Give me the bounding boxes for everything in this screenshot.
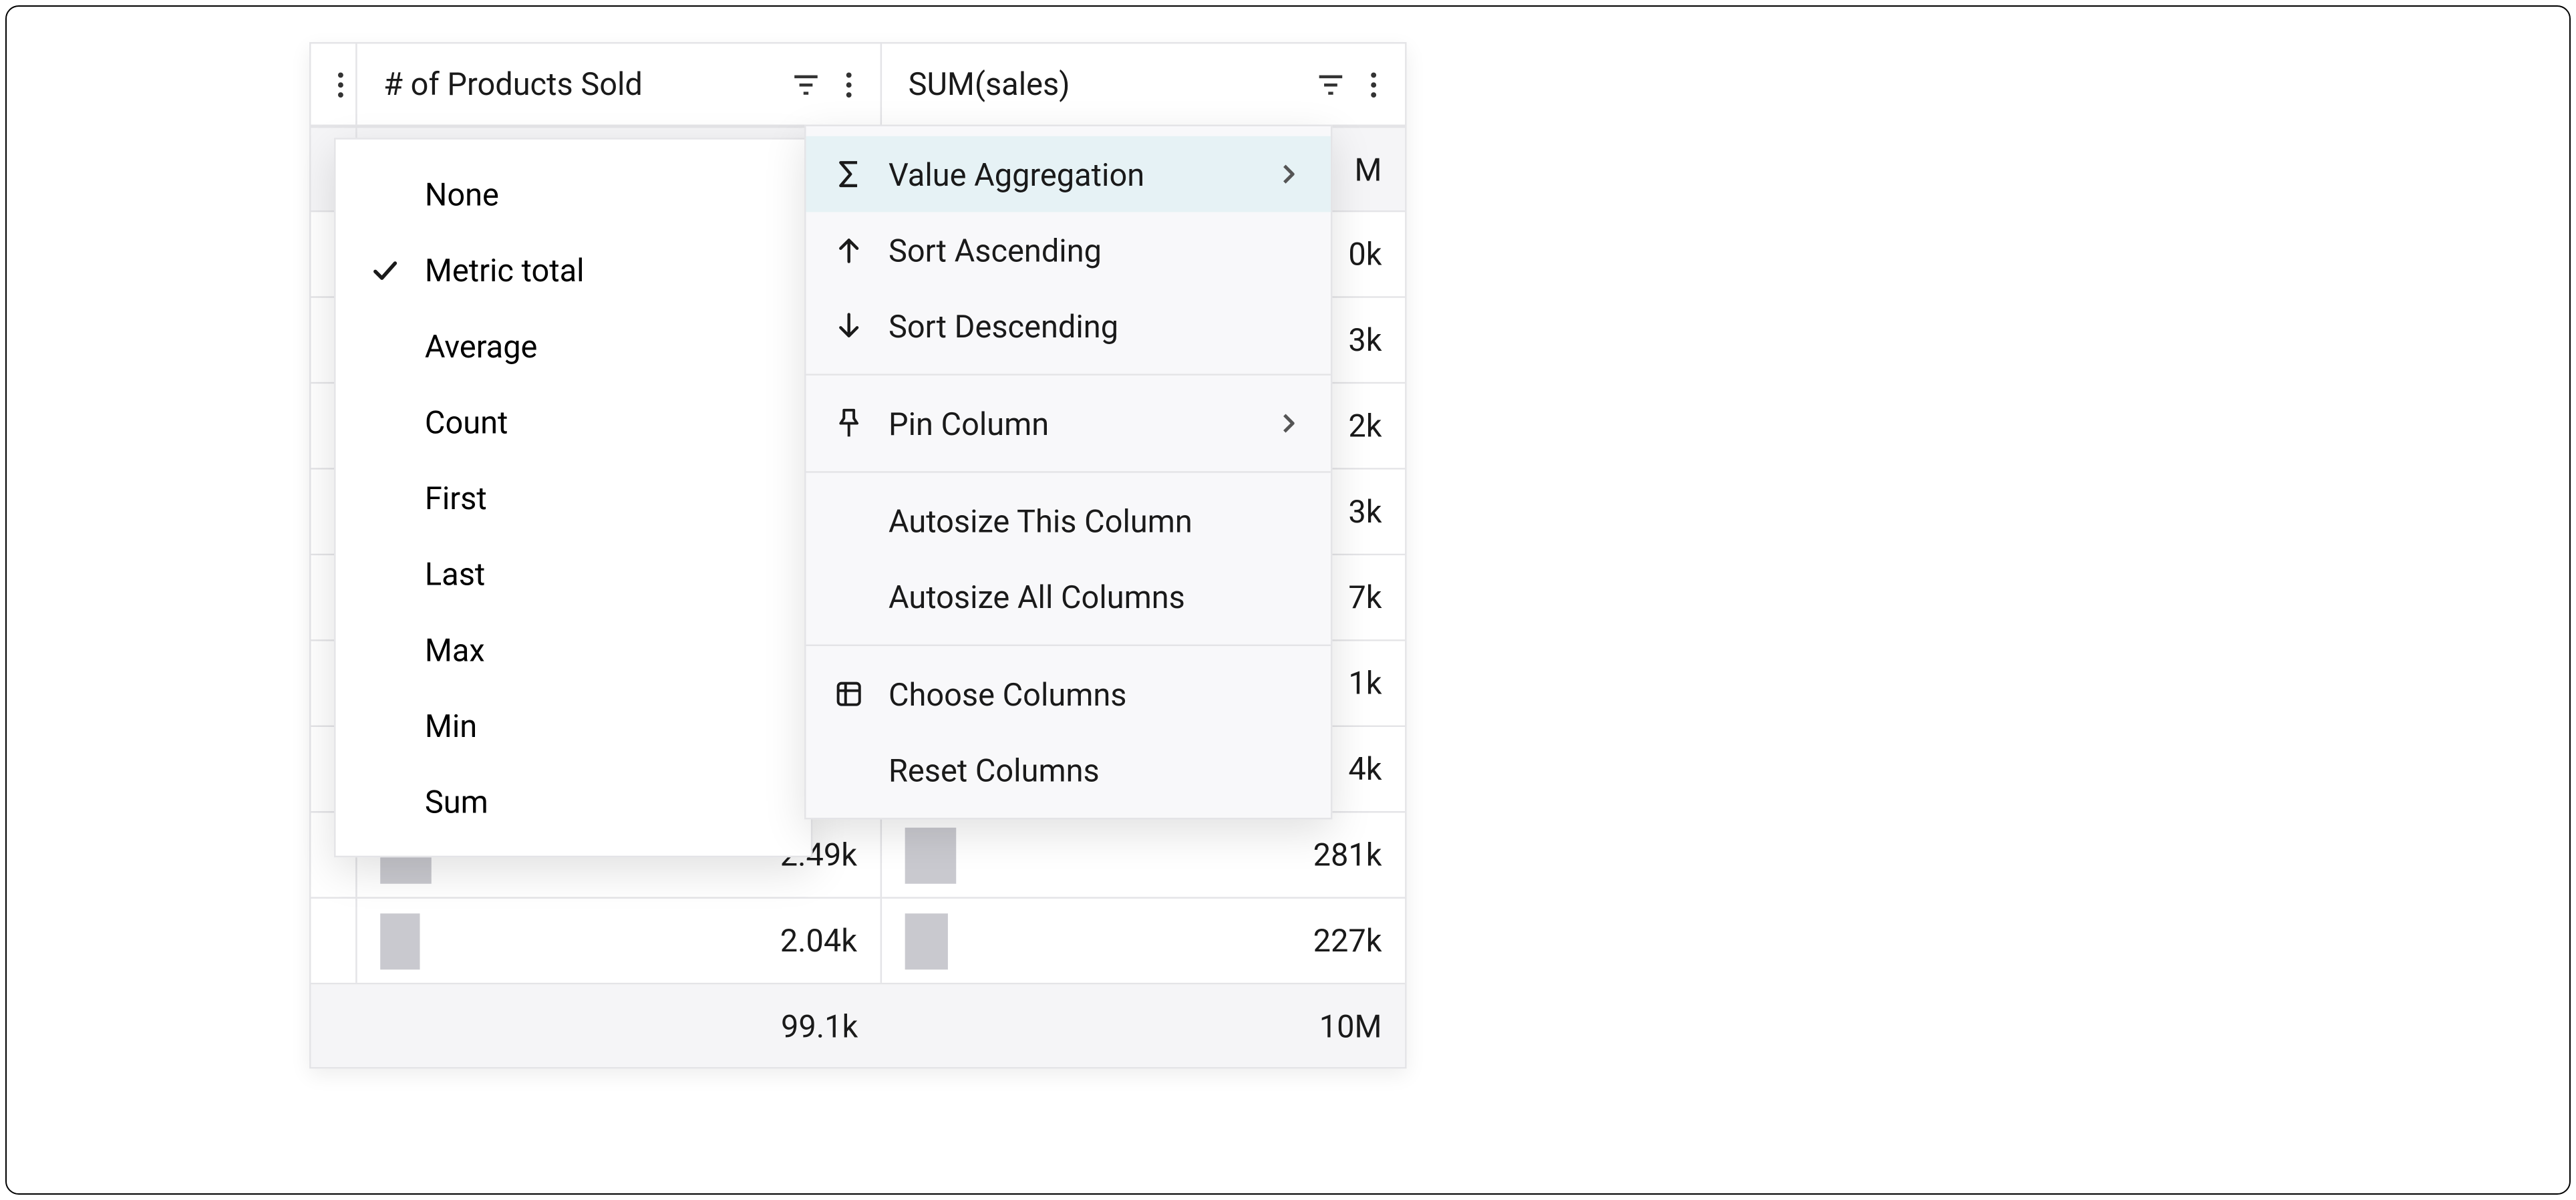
footer-cell-products: 99.1k — [357, 984, 881, 1067]
agg-label: Sum — [425, 782, 488, 820]
chevron-right-icon — [1281, 164, 1305, 184]
menu-label: Autosize All Columns — [889, 578, 1304, 616]
menu-label: Value Aggregation — [889, 155, 1258, 193]
agg-option-last[interactable]: Last — [336, 536, 811, 612]
more-icon[interactable] — [1359, 69, 1388, 99]
menu-label: Autosize This Column — [889, 502, 1304, 540]
agg-label: Metric total — [425, 251, 585, 289]
menu-autosize-all-columns[interactable]: Autosize All Columns — [806, 559, 1330, 635]
menu-reset-columns[interactable]: Reset Columns — [806, 732, 1330, 808]
footer-cell-sales: 10M — [881, 984, 1405, 1067]
menu-choose-columns[interactable]: Choose Columns — [806, 656, 1330, 732]
cell-value: 2.04k — [434, 922, 857, 960]
menu-sort-ascending[interactable]: Sort Ascending — [806, 212, 1330, 288]
agg-option-max[interactable]: Max — [336, 611, 811, 688]
agg-label: Count — [425, 403, 508, 441]
menu-value-aggregation[interactable]: Value Aggregation — [806, 136, 1330, 212]
filter-icon[interactable] — [791, 69, 820, 99]
bar-indicator — [905, 913, 949, 969]
agg-label: None — [425, 175, 499, 213]
table-header: # of Products Sold SUM(sales) — [311, 43, 1405, 126]
menu-label: Pin Column — [889, 404, 1258, 442]
table-footer-total: 99.1k 10M — [311, 984, 1405, 1067]
agg-label: Last — [425, 555, 485, 593]
arrow-down-icon — [832, 313, 865, 339]
column-header-products-sold[interactable]: # of Products Sold — [357, 43, 882, 124]
chevron-right-icon — [1281, 414, 1305, 434]
cell-value: 227k — [962, 922, 1382, 960]
agg-option-average[interactable]: Average — [336, 308, 811, 384]
column-title: # of Products Sold — [383, 65, 778, 104]
menu-autosize-this-column[interactable]: Autosize This Column — [806, 482, 1330, 559]
more-icon[interactable] — [326, 69, 355, 99]
table-icon — [832, 681, 865, 708]
more-icon[interactable] — [834, 69, 863, 99]
column-title: SUM(sales) — [909, 65, 1303, 104]
cell-sales: 281k — [882, 812, 1405, 897]
agg-option-none[interactable]: None — [336, 156, 811, 232]
cell-value: 281k — [969, 836, 1382, 874]
arrow-up-icon — [832, 237, 865, 263]
aggregation-submenu: None Metric total Average Count First La… — [334, 138, 812, 857]
bar-indicator — [905, 827, 956, 883]
agg-label: First — [425, 478, 487, 516]
column-header-sum-sales[interactable]: SUM(sales) — [882, 43, 1405, 124]
check-icon — [369, 259, 401, 282]
menu-label: Reset Columns — [889, 751, 1304, 789]
column-context-menu: Value Aggregation Sort Ascending Sort De… — [804, 125, 1332, 820]
menu-pin-column[interactable]: Pin Column — [806, 386, 1330, 462]
agg-label: Max — [425, 631, 485, 669]
menu-label: Choose Columns — [889, 675, 1304, 713]
cell-products: 2.04k — [357, 899, 882, 983]
bar-indicator — [380, 913, 420, 969]
pin-icon — [832, 408, 865, 438]
agg-label: Min — [425, 706, 477, 744]
menu-sort-descending[interactable]: Sort Descending — [806, 288, 1330, 364]
menu-label: Sort Descending — [889, 307, 1304, 345]
table-row[interactable]: 2.04k 227k — [311, 899, 1405, 984]
agg-option-min[interactable]: Min — [336, 688, 811, 764]
header-prev-actions — [311, 43, 357, 124]
agg-label: Average — [425, 327, 538, 365]
cell-sales: 227k — [882, 899, 1405, 983]
agg-option-first[interactable]: First — [336, 460, 811, 536]
agg-option-sum[interactable]: Sum — [336, 763, 811, 839]
filter-icon[interactable] — [1316, 69, 1345, 99]
agg-option-metric-total[interactable]: Metric total — [336, 232, 811, 308]
menu-label: Sort Ascending — [889, 231, 1304, 269]
sigma-icon — [832, 159, 865, 188]
agg-option-count[interactable]: Count — [336, 384, 811, 460]
